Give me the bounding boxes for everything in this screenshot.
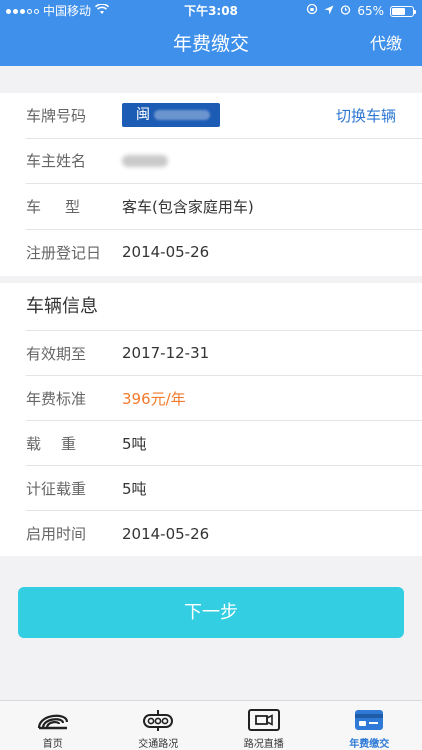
header: 中国移动 下午3:08 65% 年费缴交 代缴: [0, 0, 422, 66]
tab-annual-fee[interactable]: 年费缴交: [317, 701, 422, 750]
status-bar: 中国移动 下午3:08 65%: [0, 0, 422, 22]
lock-rotation-icon: [306, 0, 318, 22]
reg-date-label: 注册登记日: [26, 243, 102, 262]
tab-annual-fee-label: 年费缴交: [349, 739, 390, 750]
plate-badge: 闽: [122, 103, 220, 128]
owner-name-blurred: [122, 154, 168, 167]
location-icon: [324, 0, 334, 22]
tab-live-label: 路况直播: [243, 739, 284, 750]
next-step-button[interactable]: 下一步: [18, 587, 404, 638]
load-label: 载重: [26, 434, 97, 453]
switch-vehicle-link[interactable]: 切换车辆: [336, 105, 396, 126]
battery-fill: [392, 7, 405, 15]
vehicle-info-section: 车辆信息 有效期至 2017-12-31 年费标准 396元/年 载重 5吨 计…: [0, 283, 422, 556]
annual-fee-icon: [352, 707, 386, 733]
load-value: 5吨: [122, 434, 147, 453]
traffic-icon: [141, 707, 175, 733]
tab-traffic[interactable]: 交通路况: [106, 701, 212, 750]
alarm-icon: [340, 0, 351, 22]
plate-number-blurred: [154, 110, 210, 121]
plate-label: 车牌号码: [26, 106, 87, 125]
tab-home[interactable]: 首页: [0, 701, 106, 750]
start-date-value: 2014-05-26: [122, 524, 210, 543]
nav-bar: 年费缴交 代缴: [0, 22, 422, 66]
reg-date-value: 2014-05-26: [122, 243, 210, 262]
battery-icon: [390, 5, 416, 17]
fee-standard-value: 396元/年: [122, 389, 186, 408]
live-camera-icon: [247, 707, 281, 733]
valid-until-value: 2017-12-31: [122, 344, 210, 362]
list-item: 载重 5吨: [26, 421, 422, 466]
section-title: 车辆信息: [26, 283, 422, 331]
list-item: 有效期至 2017-12-31: [26, 331, 422, 376]
tab-bar: 首页 交通路况 路况直播 年费缴交: [0, 700, 422, 750]
tab-traffic-label: 交通路况: [138, 739, 179, 750]
tab-home-label: 首页: [42, 739, 63, 750]
fee-standard-label: 年费标准: [26, 389, 87, 408]
type-label: 车型: [26, 197, 105, 216]
taxable-load-value: 5吨: [122, 479, 147, 498]
page-title: 年费缴交: [172, 33, 249, 55]
owner-label: 车主姓名: [26, 152, 87, 171]
type-row: 车型 客车(包含家庭用车): [26, 184, 422, 230]
list-item: 启用时间 2014-05-26: [26, 511, 422, 556]
vehicle-section: 车牌号码 闽 切换车辆 车主姓名 车型 客车(包含家庭用车) 注册登记日 201…: [0, 93, 422, 276]
taxable-load-label: 计征载重: [26, 479, 87, 498]
list-item: 计征载重 5吨: [26, 466, 422, 511]
reg-date-row: 注册登记日 2014-05-26: [26, 230, 422, 276]
home-track-icon: [36, 707, 70, 733]
plate-row: 车牌号码 闽 切换车辆: [26, 93, 422, 139]
start-date-label: 启用时间: [26, 525, 87, 543]
tab-live[interactable]: 路况直播: [211, 701, 317, 750]
type-value: 客车(包含家庭用车): [122, 197, 254, 216]
plate-prefix: 闽: [136, 107, 150, 124]
battery-percent: 65%: [357, 4, 384, 18]
owner-row: 车主姓名: [26, 139, 422, 184]
proxy-pay-button[interactable]: 代缴: [370, 22, 402, 66]
list-item: 年费标准 396元/年: [26, 376, 422, 421]
valid-until-label: 有效期至: [26, 344, 87, 363]
